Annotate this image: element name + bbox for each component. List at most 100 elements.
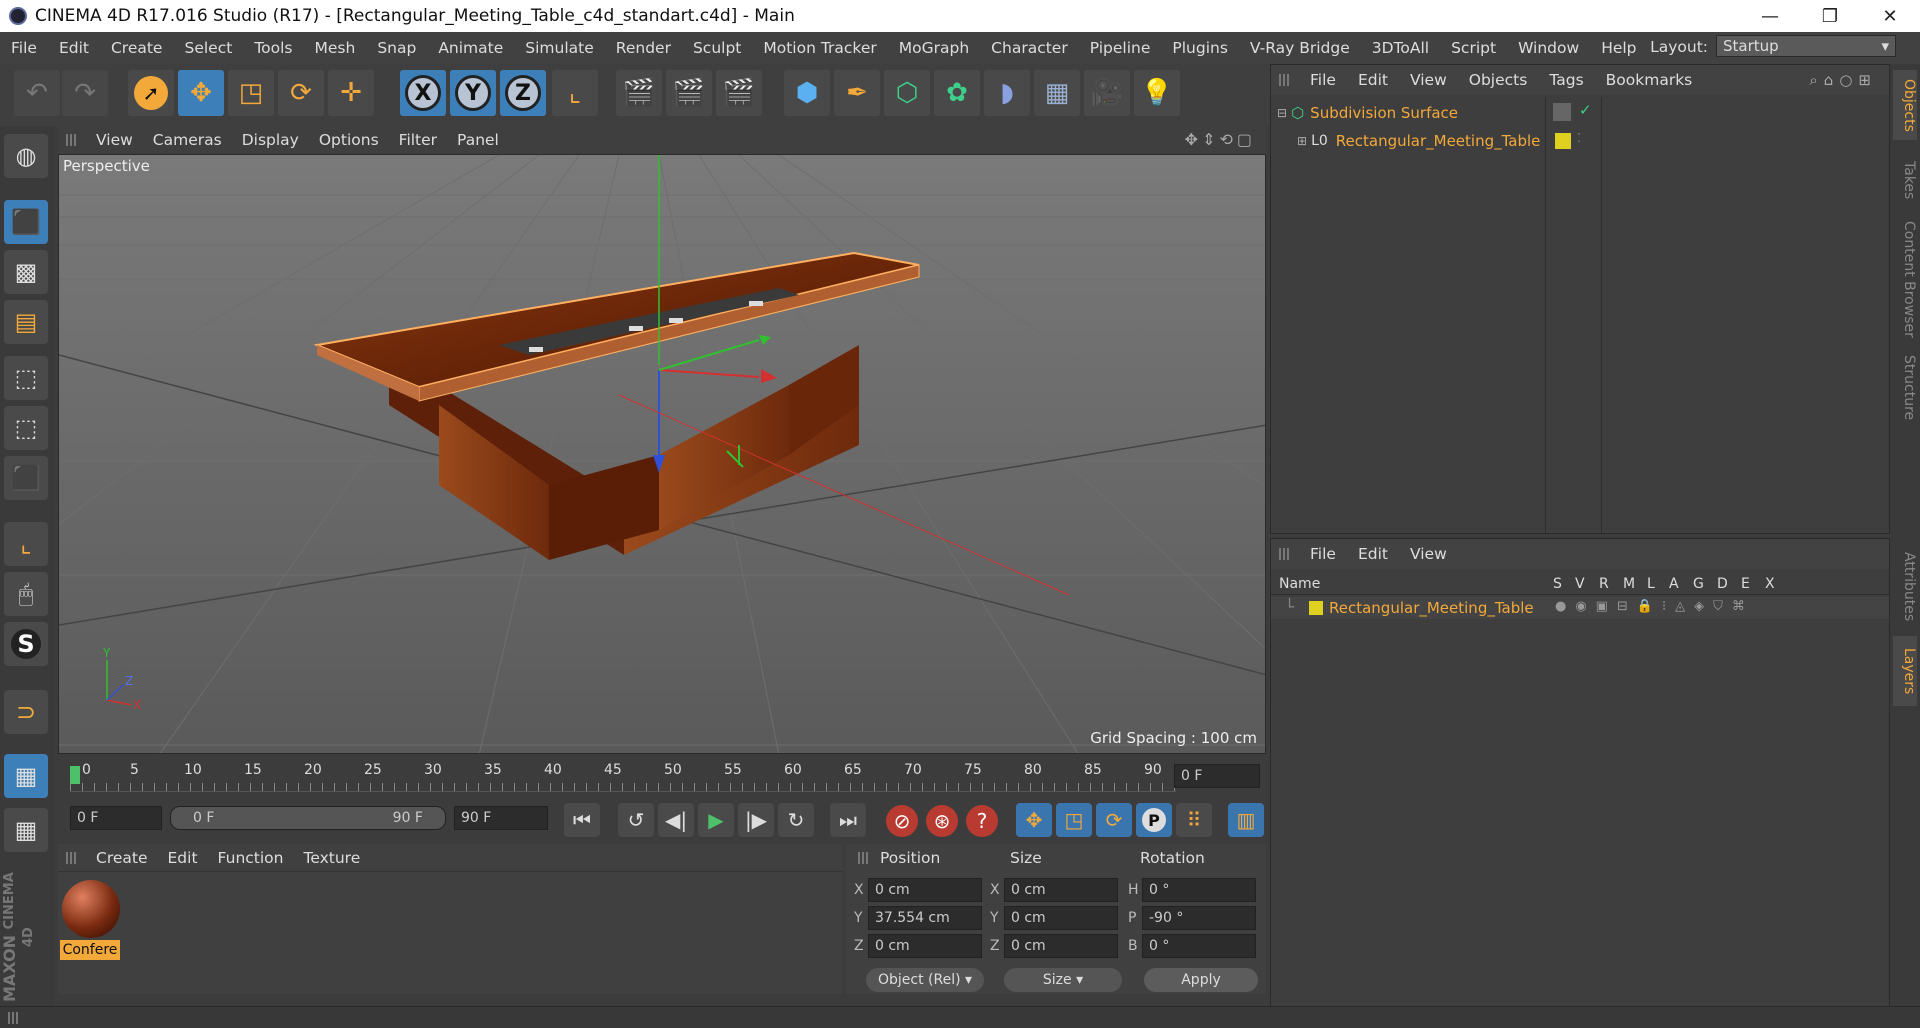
texture-mode-button[interactable]: ▩: [4, 250, 48, 294]
material-menu-edit[interactable]: Edit: [158, 849, 208, 867]
x-axis-button[interactable]: X: [400, 70, 446, 116]
column-xref[interactable]: X: [1765, 576, 1775, 592]
tab-objects[interactable]: Objects: [1893, 70, 1917, 140]
menu-character[interactable]: Character: [980, 39, 1079, 57]
menu-select[interactable]: Select: [173, 39, 243, 57]
objects-menu-bookmarks[interactable]: Bookmarks: [1595, 71, 1704, 89]
key-parameter-button[interactable]: P: [1136, 803, 1172, 837]
material-menu-create[interactable]: Create: [86, 849, 158, 867]
key-pla-button[interactable]: ⠿: [1176, 803, 1212, 837]
select-tool-button[interactable]: ➚: [128, 70, 174, 116]
y-axis-button[interactable]: Y: [450, 70, 496, 116]
menu-window[interactable]: Window: [1507, 39, 1590, 57]
menu-edit[interactable]: Edit: [48, 39, 100, 57]
panel-grip-icon[interactable]: [1279, 74, 1291, 86]
next-frame-button[interactable]: |▶: [738, 803, 774, 837]
layer-row[interactable]: └ Rectangular_Meeting_Table ●◉▣⊟🔒⁝◬◈⛉⌘: [1271, 597, 1889, 619]
coordinate-system-button[interactable]: ⌞: [552, 70, 598, 116]
menu-vray-bridge[interactable]: V-Ray Bridge: [1239, 39, 1361, 57]
layer-color-swatch[interactable]: [1555, 133, 1571, 149]
object-manager-nav-icons[interactable]: ⌕⌂○⊞: [1809, 71, 1877, 89]
render-picture-viewer-button[interactable]: 🎬: [666, 70, 712, 116]
points-mode-button[interactable]: ⬚: [4, 356, 48, 400]
panel-grip-icon[interactable]: [1279, 548, 1291, 560]
column-generators[interactable]: G: [1693, 576, 1704, 592]
light-button[interactable]: 💡: [1134, 70, 1180, 116]
objects-menu-view[interactable]: View: [1399, 71, 1458, 89]
size-z-field[interactable]: 0 cm: [1004, 934, 1118, 958]
model-mode-button[interactable]: ⬛: [4, 200, 48, 244]
tab-layers[interactable]: Layers: [1893, 636, 1917, 706]
frame-range-slider[interactable]: 0 F 90 F: [170, 806, 446, 830]
size-y-field[interactable]: 0 cm: [1004, 906, 1118, 930]
key-position-button[interactable]: ✥: [1016, 803, 1052, 837]
object-row-table[interactable]: ⊞ L0 Rectangular_Meeting_Table: [1297, 129, 1540, 153]
viewport-menu-options[interactable]: Options: [309, 131, 389, 149]
tweak-mode-button[interactable]: 🖱: [4, 572, 48, 616]
rotation-b-field[interactable]: 0 °: [1142, 934, 1256, 958]
menu-motion-tracker[interactable]: Motion Tracker: [752, 39, 887, 57]
position-x-field[interactable]: 0 cm: [868, 878, 982, 902]
viewport-nav-icons[interactable]: ✥⇕⟲▢: [1185, 130, 1256, 149]
maximize-button[interactable]: ❐: [1800, 0, 1860, 32]
collapse-icon[interactable]: ⊟: [1277, 106, 1287, 120]
redo-button[interactable]: ↷: [62, 70, 108, 116]
coordinate-mode-select[interactable]: Object (Rel) ▾: [866, 968, 984, 992]
visibility-dots-icon[interactable]: ⁚: [1577, 131, 1581, 145]
rotation-p-field[interactable]: -90 °: [1142, 906, 1256, 930]
next-key-button[interactable]: ↻: [778, 803, 814, 837]
objects-menu-objects[interactable]: Objects: [1458, 71, 1539, 89]
close-button[interactable]: ✕: [1860, 0, 1920, 32]
menu-render[interactable]: Render: [605, 39, 682, 57]
layers-menu-file[interactable]: File: [1299, 545, 1347, 563]
column-solo[interactable]: S: [1553, 576, 1562, 592]
workplane-mode-button[interactable]: ▤: [4, 300, 48, 344]
material-menu-function[interactable]: Function: [208, 849, 294, 867]
magnet-button[interactable]: ⊃: [4, 690, 48, 734]
planar-workplane-button[interactable]: ▦: [4, 808, 48, 852]
end-frame-field[interactable]: 90 F: [454, 806, 548, 830]
menu-plugins[interactable]: Plugins: [1161, 39, 1239, 57]
snap-button[interactable]: S: [4, 622, 48, 666]
menu-tools[interactable]: Tools: [243, 39, 303, 57]
z-axis-button[interactable]: Z: [500, 70, 546, 116]
floor-button[interactable]: ▦: [1034, 70, 1080, 116]
column-name[interactable]: Name: [1279, 576, 1320, 592]
play-button[interactable]: ▶: [698, 803, 734, 837]
panel-grip-icon[interactable]: [66, 134, 78, 146]
deformer-button[interactable]: ◗: [984, 70, 1030, 116]
column-visible[interactable]: V: [1575, 576, 1585, 592]
lock-workplane-button[interactable]: ▦: [4, 754, 48, 798]
key-scale-button[interactable]: ◳: [1056, 803, 1092, 837]
prev-frame-button[interactable]: ◀|: [658, 803, 694, 837]
viewport-menu-filter[interactable]: Filter: [389, 131, 447, 149]
tab-attributes[interactable]: Attributes: [1893, 542, 1917, 632]
cube-button[interactable]: ⬢: [784, 70, 830, 116]
key-rotation-button[interactable]: ⟳: [1096, 803, 1132, 837]
column-animation[interactable]: A: [1669, 576, 1679, 592]
transform-tool-button[interactable]: ✛: [328, 70, 374, 116]
edges-mode-button[interactable]: ⬚: [4, 406, 48, 450]
perspective-viewport[interactable]: Y X Z Perspective Grid Spacing : 100 cm: [58, 154, 1266, 754]
minimize-button[interactable]: —: [1740, 0, 1800, 32]
playhead-marker[interactable]: [70, 766, 80, 784]
viewport-menu-display[interactable]: Display: [232, 131, 309, 149]
material-menu-texture[interactable]: Texture: [293, 849, 370, 867]
menu-3dtoall[interactable]: 3DToAll: [1361, 39, 1440, 57]
menu-snap[interactable]: Snap: [366, 39, 427, 57]
menu-sculpt[interactable]: Sculpt: [682, 39, 752, 57]
viewport-menu-view[interactable]: View: [86, 131, 143, 149]
menu-animate[interactable]: Animate: [427, 39, 514, 57]
menu-help[interactable]: Help: [1590, 39, 1647, 57]
position-y-field[interactable]: 37.554 cm: [868, 906, 982, 930]
objects-menu-file[interactable]: File: [1299, 71, 1347, 89]
viewport-menu-panel[interactable]: Panel: [447, 131, 509, 149]
apply-button[interactable]: Apply: [1144, 968, 1258, 992]
editor-render-toggle[interactable]: [1553, 103, 1571, 121]
start-frame-field[interactable]: 0 F: [70, 806, 162, 830]
checkmark-icon[interactable]: ✓: [1579, 101, 1592, 119]
menu-pipeline[interactable]: Pipeline: [1079, 39, 1162, 57]
objects-menu-edit[interactable]: Edit: [1347, 71, 1399, 89]
layout-select[interactable]: Startup ▾: [1716, 35, 1896, 57]
menu-mograph[interactable]: MoGraph: [888, 39, 980, 57]
